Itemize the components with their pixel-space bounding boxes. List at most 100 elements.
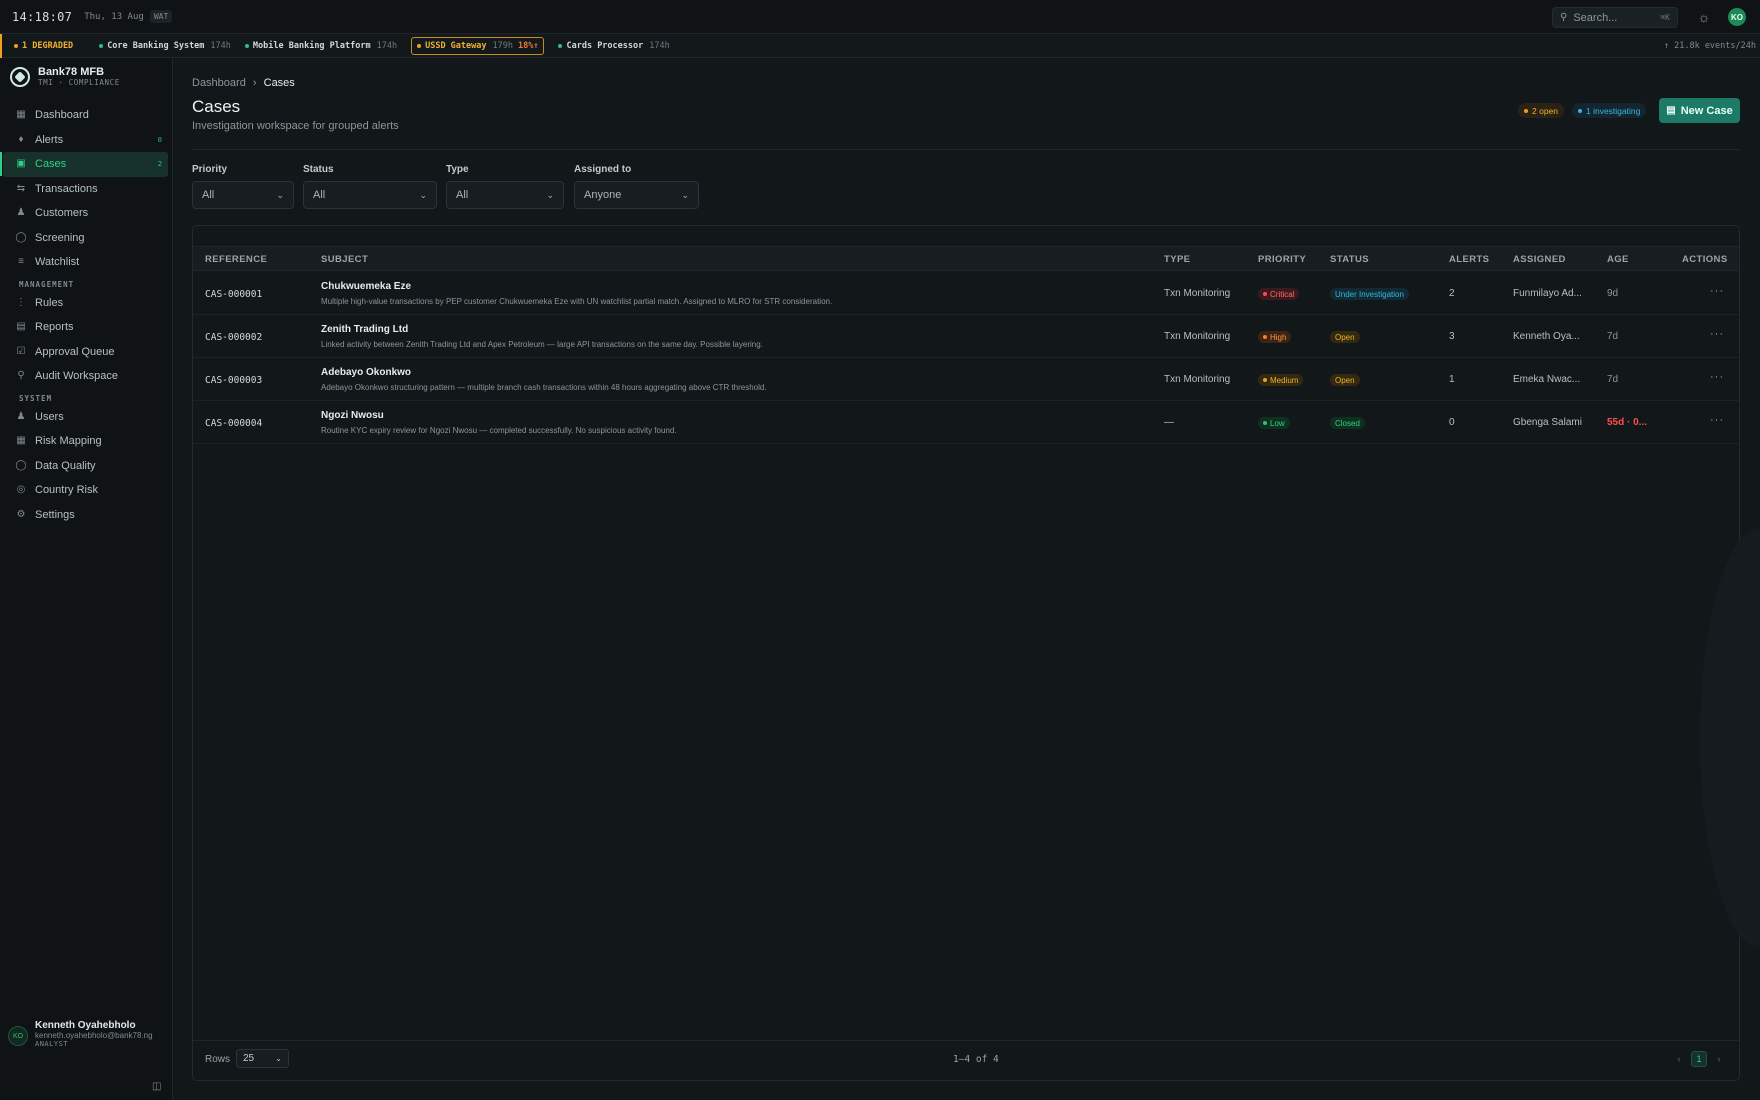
search-placeholder: Search... — [1573, 11, 1618, 24]
user-role: ANALYST — [35, 1040, 69, 1048]
status-select[interactable]: All ⌄ — [303, 181, 437, 209]
map-icon: ▦ — [16, 435, 26, 447]
case-subject: Ngozi Nwosu — [321, 410, 384, 421]
case-reference[interactable]: CAS-000003 — [205, 375, 262, 386]
rows-per-page-select[interactable]: 25 ⌄ — [236, 1049, 289, 1068]
more-actions-icon[interactable]: ··· — [1710, 285, 1724, 297]
sidebar-item-country-risk[interactable]: ◎ Country Risk — [3, 478, 168, 503]
dot-icon — [1263, 378, 1267, 382]
system-status-strip: 1 DEGRADED Core Banking System 174h Mobil… — [0, 33, 1760, 58]
case-type: — — [1164, 417, 1174, 428]
case-age: 7d — [1607, 331, 1619, 342]
theme-toggle-sun-icon[interactable]: ☼ — [1696, 9, 1712, 25]
collapse-sidebar-icon[interactable]: ◫ — [152, 1081, 161, 1092]
select-value: Anyone — [584, 189, 622, 201]
alert-count: 2 — [1449, 288, 1455, 299]
breadcrumb-dashboard[interactable]: Dashboard — [192, 77, 246, 89]
case-type: Txn Monitoring — [1164, 374, 1231, 385]
degraded-indicator[interactable]: 1 DEGRADED — [0, 33, 85, 58]
column-header-reference[interactable]: REFERENCE — [205, 254, 267, 265]
brand[interactable]: Bank78 MFB TMI · COMPLIANCE — [0, 58, 172, 95]
select-value: All — [313, 189, 326, 201]
sidebar-item-reports[interactable]: ▤ Reports — [3, 315, 168, 340]
sidebar-item-label: Reports — [35, 321, 74, 334]
sidebar-item-watchlist[interactable]: ≡ Watchlist — [3, 250, 168, 275]
system-ussd-gateway[interactable]: USSD Gateway 179h 18%↑ — [411, 36, 545, 55]
sidebar-item-users[interactable]: ♟ Users — [3, 405, 168, 430]
prev-page-icon[interactable]: ‹ — [1671, 1051, 1687, 1067]
sidebar-item-label: Customers — [35, 207, 89, 220]
more-actions-icon[interactable]: ··· — [1710, 328, 1724, 340]
top-bar: 14:18:07 Thu, 13 Aug WAT ⚲ Search... ⌘K … — [0, 0, 1760, 34]
column-header-status[interactable]: STATUS — [1330, 254, 1369, 265]
dot-icon — [1524, 108, 1528, 113]
column-header-subject[interactable]: SUBJECT — [321, 254, 368, 265]
users-icon: ♟ — [16, 207, 26, 219]
column-header-assigned[interactable]: ASSIGNED — [1513, 254, 1566, 265]
type-select[interactable]: All ⌄ — [446, 181, 564, 209]
sidebar-item-approval-queue[interactable]: ☑ Approval Queue — [3, 340, 168, 365]
open-count-label: 2 open — [1532, 105, 1558, 116]
column-header-priority[interactable]: PRIORITY — [1258, 254, 1306, 265]
system-cards-processor[interactable]: Cards Processor 174h — [558, 40, 670, 51]
table-row[interactable]: CAS-000004 Ngozi Nwosu Routine KYC expir… — [193, 401, 1739, 444]
user-email: kenneth.oyahebholo@bank78.ng — [35, 1031, 153, 1040]
column-header-age[interactable]: AGE — [1607, 254, 1629, 265]
check-square-icon: ☑ — [16, 345, 26, 357]
alert-count: 1 — [1449, 374, 1455, 385]
events-rate: ↑ 21.8k events/24h — [1663, 40, 1756, 51]
bell-icon: ♦ — [18, 133, 24, 145]
table-row[interactable]: CAS-000003 Adebayo Okonkwo Adebayo Okonk… — [193, 358, 1739, 401]
sidebar-item-dashboard[interactable]: ▦ Dashboard — [3, 103, 168, 128]
sidebar-item-screening[interactable]: ◯ Screening — [3, 226, 168, 251]
case-description: Routine KYC expiry review for Ngozi Nwos… — [321, 426, 677, 435]
sidebar-item-customers[interactable]: ♟ Customers — [3, 201, 168, 226]
table-row[interactable]: CAS-000001 Chukwuemeka Eze Multiple high… — [193, 272, 1739, 315]
assignee: Kenneth Oya... — [1513, 331, 1580, 342]
page-button-current[interactable]: 1 — [1691, 1051, 1707, 1067]
sidebar-item-audit-workspace[interactable]: ⚲ Audit Workspace — [3, 364, 168, 389]
clock: 14:18:07 — [12, 9, 73, 24]
global-search[interactable]: ⚲ Search... ⌘K — [1552, 7, 1678, 28]
sidebar-item-data-quality[interactable]: ◯ Data Quality — [3, 454, 168, 479]
sidebar-item-cases[interactable]: ▣ Cases 2 — [0, 152, 168, 177]
next-page-icon[interactable]: › — [1711, 1051, 1727, 1067]
system-uptime: 174h — [376, 40, 398, 51]
sidebar-item-settings[interactable]: ⚙ Settings — [3, 503, 168, 528]
more-actions-icon[interactable]: ··· — [1710, 414, 1724, 426]
table-row[interactable]: CAS-000002 Zenith Trading Ltd Linked act… — [193, 315, 1739, 358]
sidebar-item-rules[interactable]: ⋮ Rules — [3, 291, 168, 316]
column-header-alerts[interactable]: ALERTS — [1449, 254, 1489, 265]
column-header-type[interactable]: TYPE — [1164, 254, 1190, 265]
status-badge: Open — [1330, 374, 1360, 386]
cases-count: 2 — [157, 160, 162, 169]
status-badge: Under Investigation — [1330, 288, 1409, 300]
priority-label: Critical — [1270, 289, 1295, 299]
assigned-filter: Assigned to Anyone ⌄ — [574, 164, 699, 209]
sidebar-item-label: Watchlist — [35, 256, 80, 269]
system-mobile-banking[interactable]: Mobile Banking Platform 174h — [244, 40, 398, 51]
new-case-button[interactable]: ▤ New Case — [1659, 98, 1740, 123]
more-actions-icon[interactable]: ··· — [1710, 371, 1724, 383]
sidebar-item-alerts[interactable]: ♦ Alerts 0 — [3, 128, 168, 153]
case-reference[interactable]: CAS-000002 — [205, 332, 262, 343]
status-badge: Open — [1330, 331, 1360, 343]
system-name: Cards Processor — [566, 40, 644, 51]
sidebar: Bank78 MFB TMI · COMPLIANCE ▦ Dashboard ♦… — [0, 58, 173, 1100]
warning-dot-icon — [14, 43, 18, 48]
user-avatar[interactable]: KO — [1728, 8, 1746, 26]
user-profile[interactable]: KO Kenneth Oyahebholo kenneth.oyahebholo… — [0, 1020, 173, 1048]
case-subject: Chukwuemeka Eze — [321, 281, 412, 292]
select-value: All — [456, 189, 469, 201]
case-description: Multiple high-value transactions by PEP … — [321, 297, 833, 306]
sidebar-item-transactions[interactable]: ⇆ Transactions — [3, 177, 168, 202]
case-reference[interactable]: CAS-000001 — [205, 289, 262, 300]
sidebar-item-risk-mapping[interactable]: ▦ Risk Mapping — [3, 429, 168, 454]
page-title: Cases — [192, 97, 241, 116]
system-core-banking[interactable]: Core Banking System 174h — [99, 41, 231, 51]
search-icon: ⚲ — [17, 370, 25, 382]
case-reference[interactable]: CAS-000004 — [205, 418, 262, 429]
breadcrumb: Dashboard › Cases — [192, 77, 295, 89]
priority-select[interactable]: All ⌄ — [192, 181, 294, 209]
assigned-select[interactable]: Anyone ⌄ — [574, 181, 699, 209]
